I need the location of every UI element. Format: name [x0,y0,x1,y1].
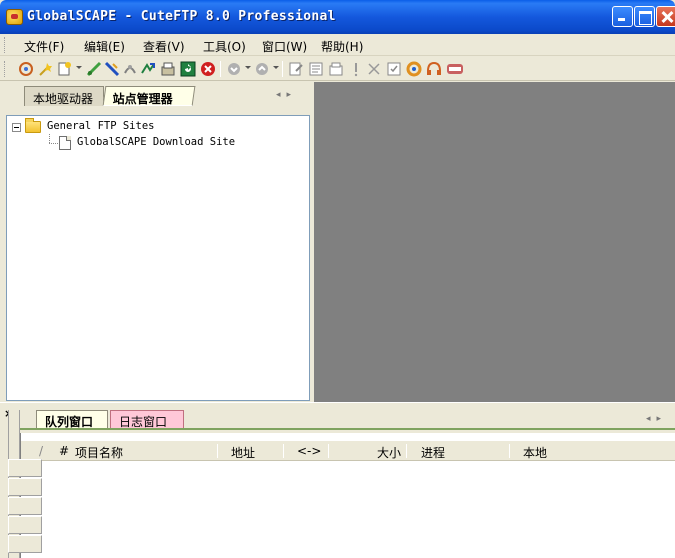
back-dropdown-arrow[interactable] [245,66,251,69]
disconnect-icon[interactable] [104,61,120,77]
queue-row-header[interactable] [8,478,42,496]
queue-log-panel: × 队列窗口 日志窗口 ◂▸ / # 项目名称 地址 <-> 大小 进程 本地 [0,405,675,558]
queue-row-header[interactable] [8,516,42,534]
menu-file[interactable]: 文件(F) [24,38,64,55]
menu-window[interactable]: 窗口(W) [262,38,307,55]
tree-collapse-toggle[interactable] [12,123,21,132]
tree-connector [49,134,50,143]
queue-list[interactable]: / # 项目名称 地址 <-> 大小 进程 本地 [20,433,675,558]
queue-column-header: / # 项目名称 地址 <-> 大小 进程 本地 [21,441,675,461]
col-address[interactable]: 地址 [231,444,255,461]
col-progress[interactable]: 进程 [421,444,445,461]
sync-icon[interactable] [406,61,422,77]
col-local[interactable]: 本地 [523,444,547,461]
queue-row-header[interactable] [8,459,42,477]
view-icon[interactable] [308,61,324,77]
column-divider[interactable] [406,444,407,458]
tab-local-drives[interactable]: 本地驱动器 [24,86,104,106]
new-folder-icon[interactable] [328,61,344,77]
toolbar [0,57,675,81]
tab-underline [20,428,675,430]
site-tree[interactable]: General FTP Sites GlobalSCAPE Download S… [6,115,310,401]
edit-icon[interactable] [288,61,304,77]
tab-site-manager[interactable]: 站点管理器 [102,86,196,106]
folder-open-icon [25,118,41,133]
forward-dropdown-arrow[interactable] [273,66,279,69]
forward-icon[interactable] [254,61,270,77]
maximize-button[interactable] [634,6,655,27]
menu-bar: 文件(F) 编辑(E) 查看(V) 工具(O) 窗口(W) 帮助(H) [0,34,675,56]
back-icon[interactable] [226,61,242,77]
title-bar[interactable]: GlobalSCAPE - CuteFTP 8.0 Professional [0,0,675,34]
tree-connector [49,143,58,144]
column-divider[interactable] [328,444,329,458]
properties-icon[interactable] [386,61,402,77]
new-site-dropdown-arrow[interactable] [76,66,82,69]
delete-icon[interactable] [366,61,382,77]
toolbar-grip[interactable] [4,61,7,77]
help-icon[interactable] [426,61,442,77]
app-icon[interactable] [6,9,23,25]
col-sort-indicator[interactable]: / [39,444,43,458]
menu-edit[interactable]: 编辑(E) [84,38,125,55]
tab-scroll-arrows[interactable]: ◂▸ [276,90,297,100]
col-direction[interactable]: <-> [297,444,321,458]
col-number[interactable]: # [59,444,69,458]
col-size[interactable]: 大小 [377,444,401,461]
new-site-icon[interactable] [56,61,72,77]
quick-connect-icon[interactable] [38,61,54,77]
reconnect-icon[interactable] [122,61,138,77]
tab-site-manager-label: 站点管理器 [112,92,173,106]
toolbar-separator [282,61,283,77]
main-workspace[interactable] [314,82,675,403]
menubar-grip[interactable] [4,37,7,53]
connect-wizard-icon[interactable] [18,61,34,77]
site-page-icon [59,136,71,150]
queue-row-header[interactable] [8,535,42,553]
tab-log-window[interactable]: 日志窗口 [110,410,184,429]
stop-icon[interactable] [140,61,156,77]
toolbar-separator [220,61,221,77]
refresh-icon[interactable] [160,61,176,77]
col-item-name[interactable]: 项目名称 [75,444,123,461]
column-divider[interactable] [509,444,510,458]
column-divider[interactable] [283,444,284,458]
menu-view[interactable]: 查看(V) [143,38,185,55]
tree-node-general-ftp-sites[interactable]: General FTP Sites [47,120,154,132]
minimize-button[interactable] [612,6,633,27]
rename-icon[interactable] [348,61,364,77]
menu-help[interactable]: 帮助(H) [321,38,363,55]
close-button[interactable] [656,6,675,27]
connect-icon[interactable] [86,61,102,77]
download-icon[interactable] [180,61,196,77]
queue-row-header[interactable] [8,497,42,515]
window-title: GlobalSCAPE - CuteFTP 8.0 Professional [27,9,336,24]
site-manager-panel: 本地驱动器 站点管理器 ◂▸ General FTP Sites GlobalS… [0,82,312,402]
tab-queue-window[interactable]: 队列窗口 [36,410,108,429]
logo-icon[interactable] [446,61,464,77]
bottom-tab-scroll-arrows[interactable]: ◂▸ [646,414,667,424]
column-divider[interactable] [217,444,218,458]
tree-node-globalscape-download-site[interactable]: GlobalSCAPE Download Site [77,136,235,148]
menu-tools[interactable]: 工具(O) [203,38,246,55]
stop-transfer-icon[interactable] [200,61,216,77]
